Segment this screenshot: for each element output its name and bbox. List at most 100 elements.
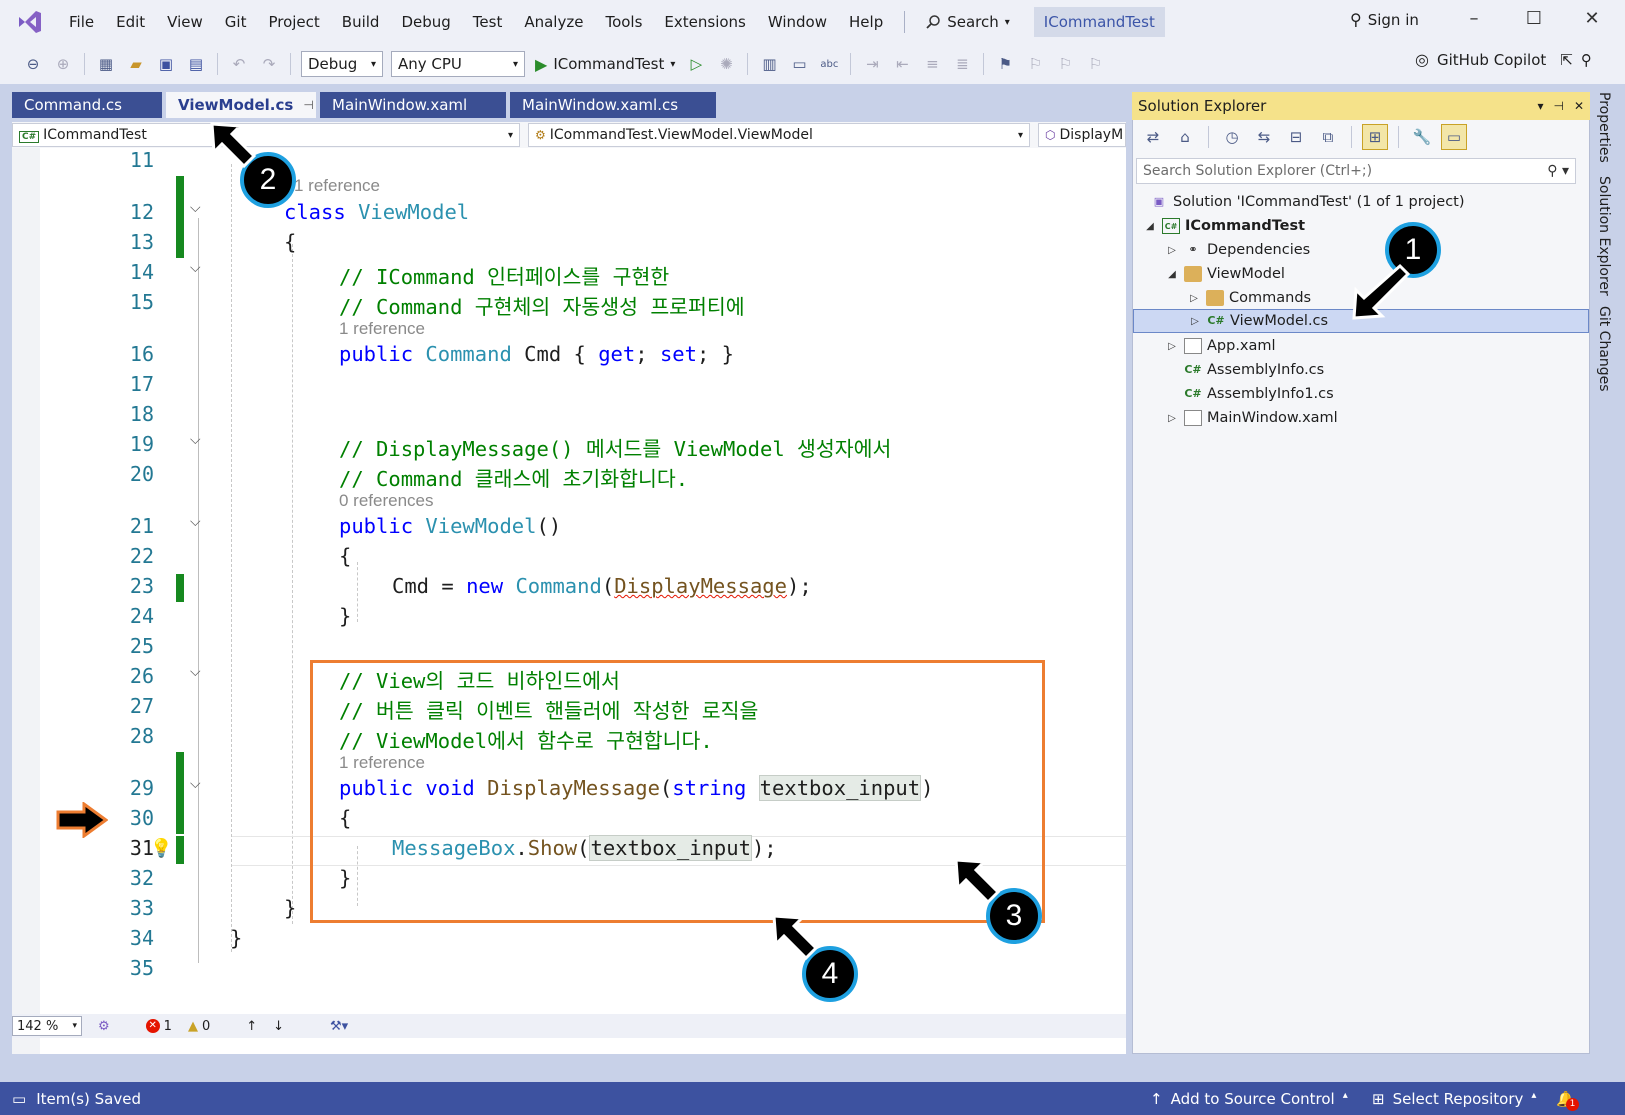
select-repository-button[interactable]: ⊞ Select Repository ▴ (1372, 1090, 1536, 1108)
previous-issue-icon[interactable]: ↑ (246, 1019, 257, 1034)
close-panel-icon[interactable]: ✕ (1574, 99, 1584, 113)
feedback-icon[interactable]: ⚲ (1581, 51, 1592, 69)
tree-item-mainwindow-xaml[interactable]: ▷ MainWindow.xaml (1133, 406, 1589, 430)
member-dropdown[interactable]: ⬡ DisplayM (1038, 123, 1126, 147)
side-tab-git-changes[interactable]: Git Changes (1596, 306, 1612, 392)
pending-changes-icon[interactable]: ◷ (1219, 124, 1245, 150)
health-icon[interactable]: ⚙ (98, 1019, 110, 1034)
menu-debug[interactable]: Debug (390, 13, 461, 31)
tree-item-project[interactable]: ◢ C# ICommandTest (1133, 214, 1589, 238)
share-icon[interactable]: ⇱ (1560, 51, 1573, 69)
tab-mainwindow-xaml-cs[interactable]: MainWindow.xaml.cs (510, 92, 716, 118)
browse-icon[interactable]: ▥ (756, 51, 782, 77)
comment-icon[interactable]: ≡ (919, 51, 945, 77)
collapse-chevron-icon[interactable]: ⌵ (190, 776, 201, 792)
tab-mainwindow-xaml[interactable]: MainWindow.xaml (320, 92, 506, 118)
menu-help[interactable]: Help (838, 13, 894, 31)
menu-file[interactable]: File (58, 13, 105, 31)
search-button[interactable]: Search ▾ (915, 13, 1020, 31)
show-all-files-icon[interactable]: ⧉ (1315, 124, 1341, 150)
method-group-error[interactable]: DisplayMessage (614, 574, 787, 598)
sign-in-button[interactable]: ⚲ Sign in (1350, 10, 1419, 29)
collapse-chevron-icon[interactable]: ⌵ (190, 664, 201, 680)
layout-icon[interactable]: ▭ (786, 51, 812, 77)
collapse-chevron-icon[interactable]: ⌵ (190, 200, 201, 216)
menu-analyze[interactable]: Analyze (513, 13, 594, 31)
notifications-button[interactable]: 🔔 1 (1556, 1090, 1579, 1111)
tab-viewmodel-cs[interactable]: ViewModel.cs ⊣ ✕ (166, 92, 336, 118)
collapsed-icon[interactable]: ▷ (1165, 245, 1179, 256)
collapsed-icon[interactable]: ▷ (1165, 413, 1179, 424)
collapsed-icon[interactable]: ▷ (1188, 316, 1202, 327)
clear-bookmarks-icon[interactable]: ⚐ (1082, 51, 1108, 77)
add-to-source-control-button[interactable]: ↑ Add to Source Control ▴ (1150, 1090, 1348, 1108)
save-all-icon[interactable]: ▤ (183, 51, 209, 77)
configuration-dropdown[interactable]: Debug ▾ (301, 51, 383, 77)
preview-icon[interactable]: ▭ (1441, 124, 1467, 150)
tree-item-dependencies[interactable]: ▷ ⚭ Dependencies (1133, 238, 1589, 262)
redo-icon[interactable]: ↷ (256, 51, 282, 77)
platform-dropdown[interactable]: Any CPU ▾ (391, 51, 525, 77)
tree-item-assemblyinfo[interactable]: C# AssemblyInfo.cs (1133, 358, 1589, 382)
tab-command-cs[interactable]: Command.cs (12, 92, 162, 118)
warning-count[interactable]: ▲ 0 (188, 1019, 210, 1034)
collapse-chevron-icon[interactable]: ⌵ (190, 260, 201, 276)
panel-options-icon[interactable]: ▾ (1537, 99, 1543, 113)
maximize-button[interactable]: ☐ (1514, 8, 1554, 36)
menu-project[interactable]: Project (257, 13, 330, 31)
code-cleanup-icon[interactable]: ⚒▾ (330, 1019, 348, 1034)
navigate-forward-icon[interactable]: ⊕ (50, 51, 76, 77)
tree-item-app-xaml[interactable]: ▷ App.xaml (1133, 334, 1589, 358)
new-project-icon[interactable]: ▦ (93, 51, 119, 77)
collapsed-icon[interactable]: ▷ (1165, 341, 1179, 352)
expanded-icon[interactable]: ◢ (1165, 269, 1179, 280)
zoom-dropdown[interactable]: 142 % ▾ (12, 1016, 82, 1036)
codelens-reference[interactable]: 0 references (339, 491, 434, 511)
save-icon[interactable]: ▣ (153, 51, 179, 77)
view-filter-icon[interactable]: ⊞ (1362, 124, 1388, 150)
side-tab-properties[interactable]: Properties (1596, 92, 1612, 163)
collapse-all-icon[interactable]: ⊟ (1283, 124, 1309, 150)
indent-icon[interactable]: ⇥ (859, 51, 885, 77)
open-folder-icon[interactable]: ▰ (123, 51, 149, 77)
error-count[interactable]: ✕ 1 (145, 1019, 172, 1034)
expanded-icon[interactable]: ◢ (1143, 221, 1157, 232)
menu-extensions[interactable]: Extensions (653, 13, 756, 31)
solution-search-input[interactable]: Search Solution Explorer (Ctrl+;) ⚲ ▾ (1136, 158, 1576, 184)
pin-icon[interactable]: ⊣ (303, 98, 313, 112)
bookmark-icon[interactable]: ⚑ (992, 51, 1018, 77)
lightbulb-icon[interactable]: 💡 (150, 838, 172, 859)
hot-reload-icon[interactable]: ✺ (713, 51, 739, 77)
navigate-back-icon[interactable]: ⊖ (20, 51, 46, 77)
uncomment-icon[interactable]: ≣ (949, 51, 975, 77)
menu-edit[interactable]: Edit (105, 13, 156, 31)
tree-item-solution[interactable]: ▣ Solution 'ICommandTest' (1 of 1 projec… (1133, 190, 1589, 214)
collapsed-icon[interactable]: ▷ (1187, 293, 1201, 304)
menu-tools[interactable]: Tools (594, 13, 653, 31)
prev-bookmark-icon[interactable]: ⚐ (1022, 51, 1048, 77)
switch-views-icon[interactable]: ⇄ (1140, 124, 1166, 150)
codelens-reference[interactable]: 1 reference (294, 176, 380, 196)
menu-git[interactable]: Git (214, 13, 258, 31)
sync-icon[interactable]: ⇆ (1251, 124, 1277, 150)
project-dropdown[interactable]: C# ICommandTest ▾ (12, 123, 520, 147)
next-bookmark-icon[interactable]: ⚐ (1052, 51, 1078, 77)
start-without-debugging-icon[interactable]: ▷ (683, 51, 709, 77)
collapse-chevron-icon[interactable]: ⌵ (190, 432, 201, 448)
collapse-chevron-icon[interactable]: ⌵ (190, 514, 201, 530)
menu-view[interactable]: View (156, 13, 214, 31)
menu-window[interactable]: Window (757, 13, 838, 31)
codelens-reference[interactable]: 1 reference (339, 319, 425, 339)
next-issue-icon[interactable]: ↓ (273, 1019, 284, 1034)
side-tab-solution-explorer[interactable]: Solution Explorer (1596, 176, 1612, 296)
start-debugging-button[interactable]: ▶ ICommandTest ▾ (529, 55, 681, 74)
home-icon[interactable]: ⌂ (1172, 124, 1198, 150)
tree-item-assemblyinfo1[interactable]: C# AssemblyInfo1.cs (1133, 382, 1589, 406)
pin-icon[interactable]: ⊣ (1553, 99, 1563, 113)
minimize-button[interactable]: – (1454, 8, 1494, 36)
menu-test[interactable]: Test (462, 13, 514, 31)
github-copilot-button[interactable]: ◎ GitHub Copilot ⇱ ⚲ (1415, 50, 1592, 69)
close-window-button[interactable]: ✕ (1572, 8, 1612, 36)
type-dropdown[interactable]: ⚙ ICommandTest.ViewModel.ViewModel ▾ (528, 123, 1030, 147)
outdent-icon[interactable]: ⇤ (889, 51, 915, 77)
